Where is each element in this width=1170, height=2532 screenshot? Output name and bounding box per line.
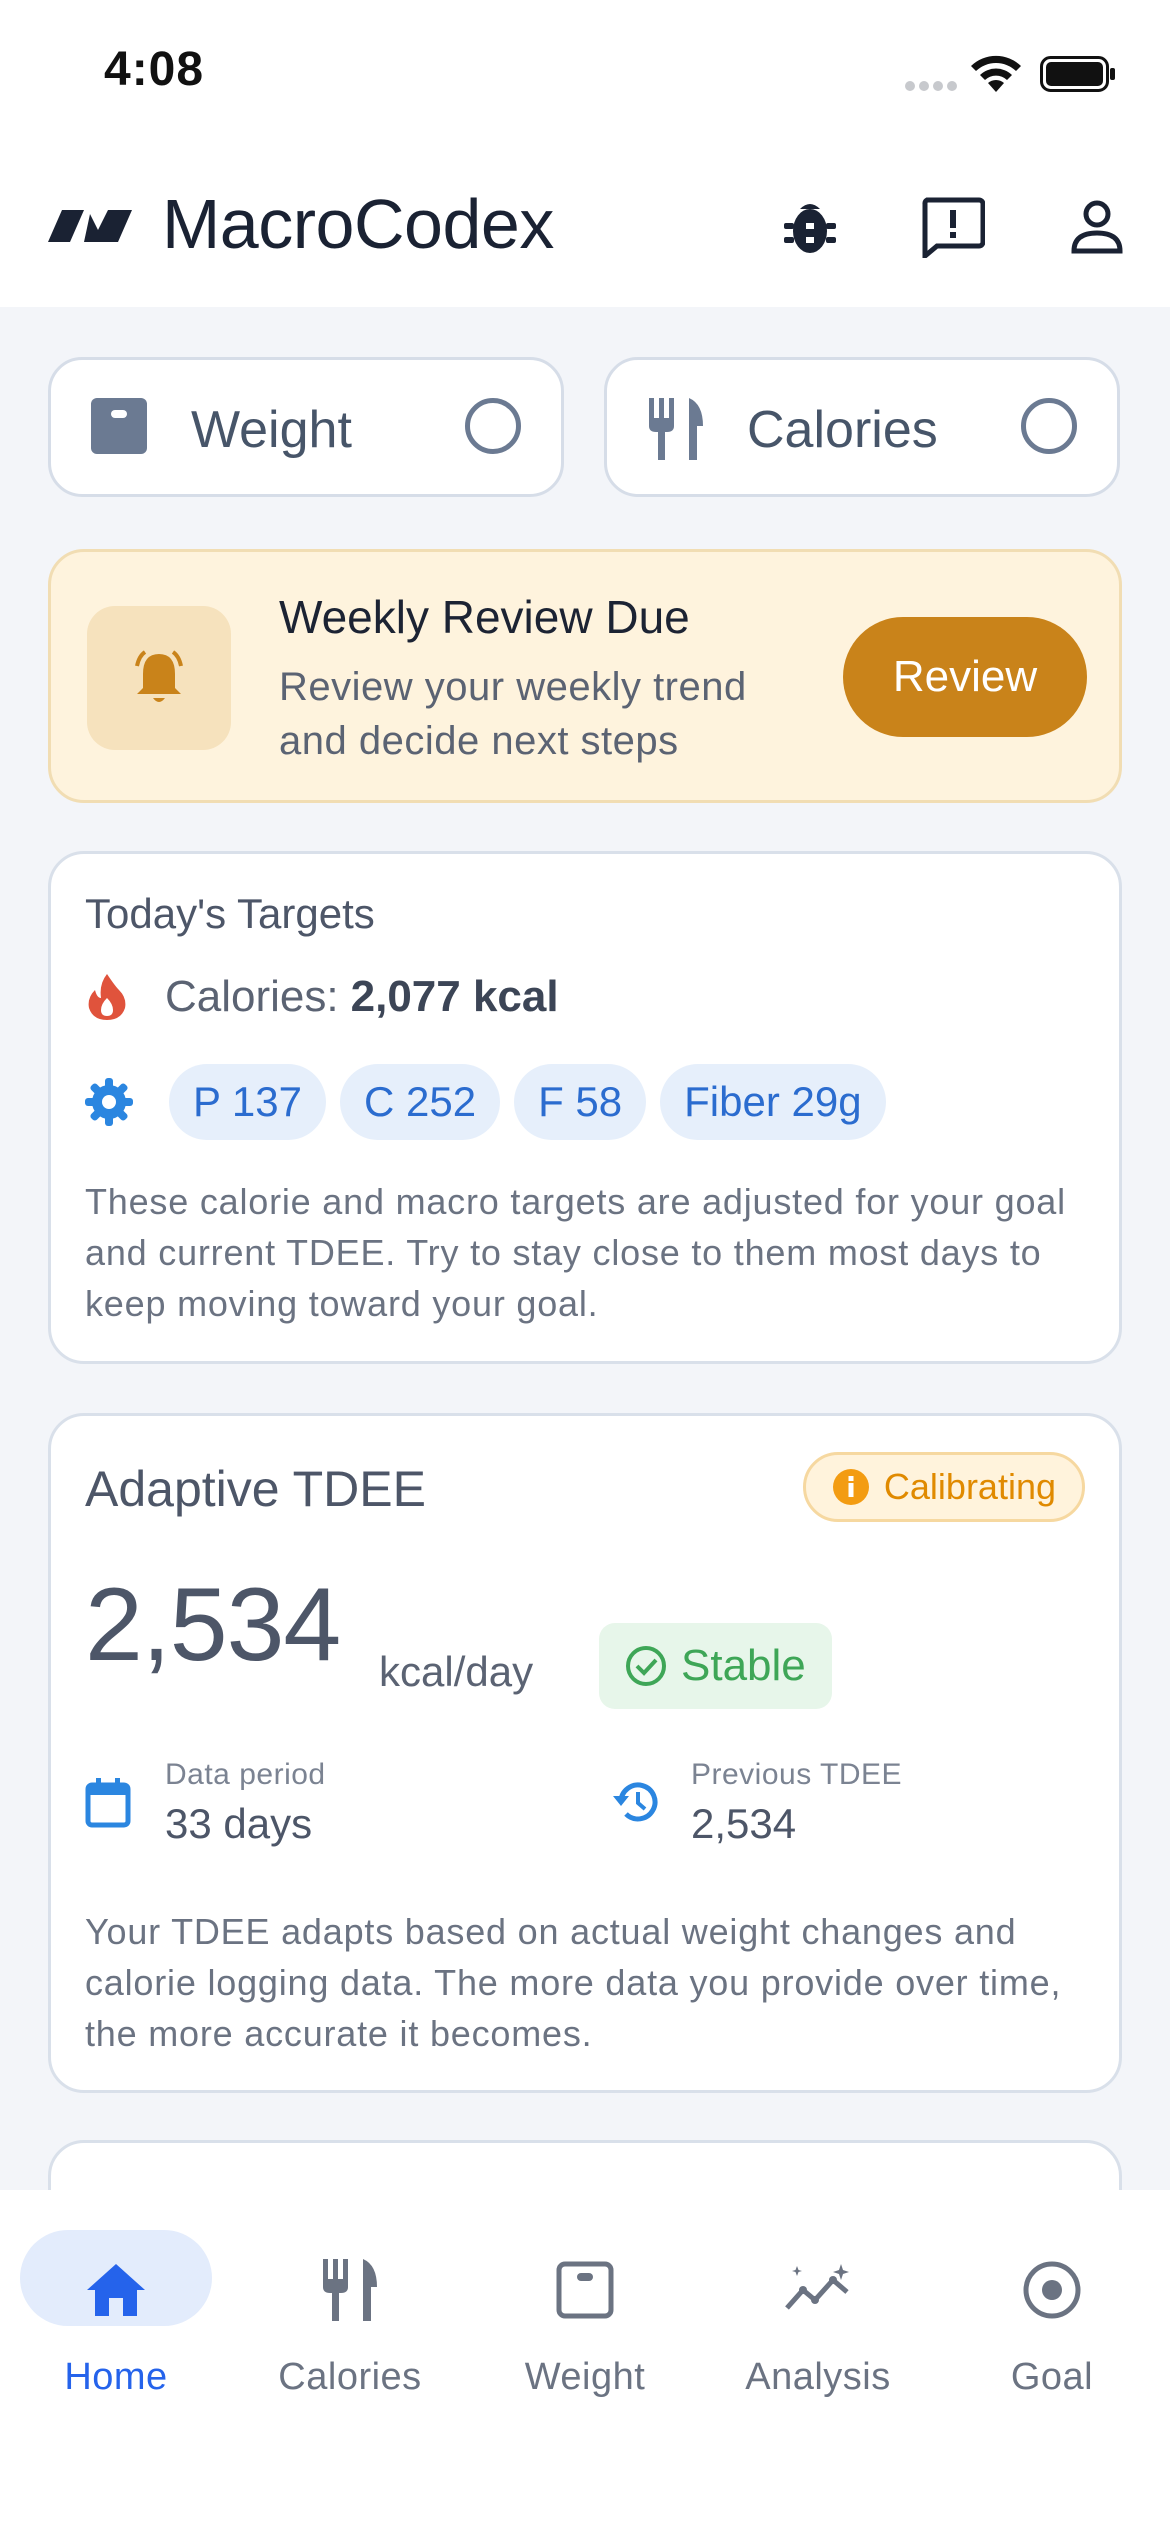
data-period-value: 33 days [165, 1800, 313, 1847]
utensils-icon [323, 2259, 377, 2321]
targets-title: Today's Targets [85, 890, 375, 937]
nav-analysis[interactable]: Analysis [718, 2230, 918, 2398]
calories-value: 2,077 kcal [350, 972, 559, 1021]
target-icon [1023, 2261, 1081, 2319]
nav-calories[interactable]: Calories [250, 2230, 450, 2398]
info-icon [832, 1469, 869, 1505]
fiber-chip: Fiber 29g [660, 1064, 886, 1140]
app-header: MacroCodex [0, 170, 1170, 280]
review-subtitle: Review your weekly trend and decide next… [279, 665, 747, 763]
bottom-nav: Home Calories Weight Analysis Goal [0, 2190, 1170, 2532]
calories-radio[interactable] [1021, 398, 1077, 454]
tdee-value: 2,534 [85, 1567, 341, 1683]
previous-tdee-stat: Previous TDEE 2,534 [691, 1758, 902, 1848]
bell-icon [135, 650, 183, 702]
adaptive-tdee-card: Adaptive TDEE Calibrating 2,534 kcal/day… [48, 1413, 1122, 2093]
signal-icon [905, 81, 957, 91]
history-icon [613, 1782, 658, 1822]
app-title: MacroCodex [162, 185, 554, 263]
top-bar: 4:08 MacroCodex [0, 0, 1170, 307]
status-time: 4:08 [104, 43, 205, 96]
tdee-title: Adaptive TDEE [85, 1461, 426, 1517]
weight-toggle[interactable]: Weight [48, 357, 564, 497]
stable-badge: Stable [599, 1623, 832, 1709]
nav-weight-label: Weight [524, 2356, 646, 2398]
tdee-unit: kcal/day [379, 1648, 534, 1695]
bug-icon [784, 204, 836, 253]
calories-toggle-label: Calories [747, 401, 938, 459]
nav-calories-label: Calories [278, 2356, 422, 2398]
weekly-review-banner: Weekly Review Due Review your weekly tre… [48, 549, 1122, 803]
tdee-note: Your TDEE adapts based on actual weight … [85, 1911, 1062, 2054]
carbs-chip: C 252 [340, 1064, 501, 1140]
scale-icon [91, 398, 147, 454]
calibrating-badge[interactable]: Calibrating [802, 1452, 1085, 1522]
bug-report-button[interactable] [775, 192, 845, 262]
weight-radio[interactable] [465, 398, 521, 454]
feedback-button[interactable] [918, 192, 988, 262]
previous-tdee-label: Previous TDEE [691, 1758, 903, 1791]
calibrating-label: Calibrating [883, 1466, 1056, 1507]
calories-toggle[interactable]: Calories [604, 357, 1120, 497]
gear-icon [85, 1078, 133, 1126]
utensils-icon [649, 398, 703, 460]
battery-icon [1040, 56, 1115, 92]
calories-target-row: Calories: 2,077 kcal [85, 972, 559, 1022]
nav-goal-label: Goal [1010, 2356, 1094, 2398]
review-title: Weekly Review Due [279, 591, 690, 643]
wifi-icon [971, 55, 1021, 92]
data-period-stat: Data period 33 days [165, 1758, 326, 1848]
calories-label: Calories: [165, 972, 339, 1021]
weight-toggle-label: Weight [191, 401, 352, 459]
status-bar: 4:08 [0, 0, 1170, 150]
check-circle-icon [626, 1646, 666, 1686]
stable-label: Stable [681, 1641, 806, 1690]
review-button[interactable]: Review [843, 617, 1087, 737]
previous-tdee-value: 2,534 [691, 1800, 797, 1847]
scale-icon [556, 2261, 614, 2319]
nav-goal[interactable]: Goal [952, 2230, 1152, 2398]
macro-targets-row: P 137 C 252 F 58 Fiber 29g [85, 1064, 900, 1140]
feedback-icon [922, 197, 985, 258]
fat-chip: F 58 [514, 1064, 647, 1140]
home-icon [87, 2264, 145, 2316]
logo-icon [48, 210, 132, 242]
nav-home[interactable]: Home [16, 2230, 216, 2398]
nav-home-label: Home [64, 2356, 168, 2398]
nav-analysis-label: Analysis [745, 2356, 891, 2398]
data-period-label: Data period [165, 1758, 326, 1791]
flame-icon [88, 974, 126, 1020]
analysis-icon [785, 2264, 849, 2310]
targets-note: These calorie and macro targets are adju… [85, 1181, 1066, 1324]
calendar-icon [85, 1778, 131, 1828]
todays-targets-card: Today's Targets Calories: 2,077 kcal P 1… [48, 851, 1122, 1364]
bell-box [87, 606, 231, 750]
nav-weight[interactable]: Weight [485, 2230, 685, 2398]
protein-chip: P 137 [169, 1064, 326, 1140]
profile-button[interactable] [1062, 192, 1132, 262]
person-icon [1071, 200, 1123, 254]
